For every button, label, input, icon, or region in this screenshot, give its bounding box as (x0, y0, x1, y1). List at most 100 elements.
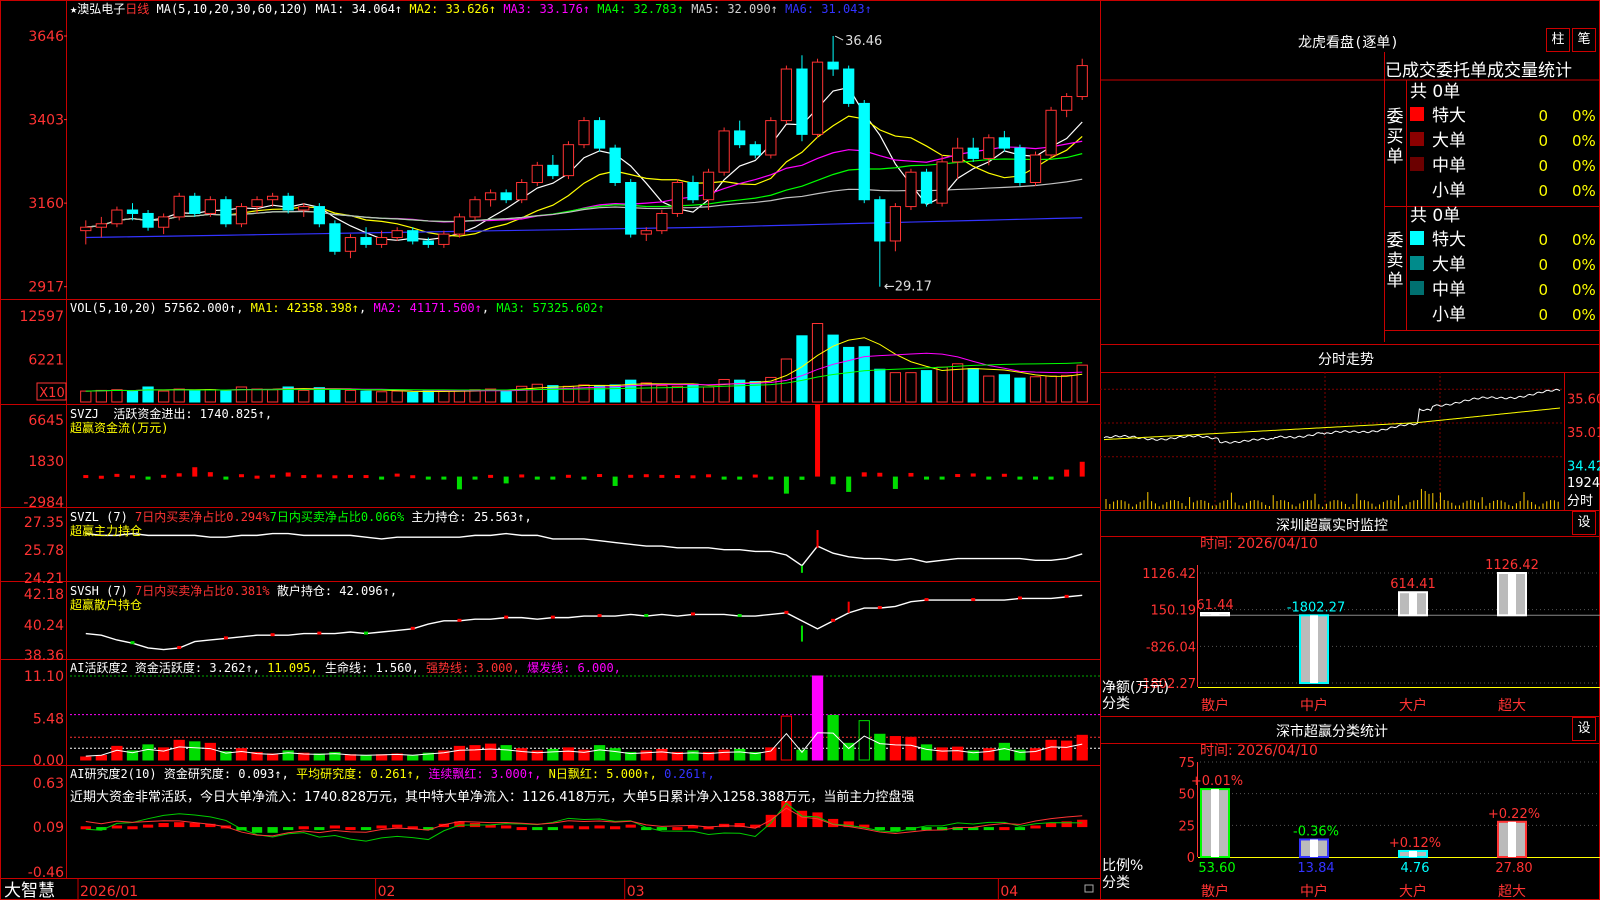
monitor-settings-button[interactable]: 设 (1572, 511, 1596, 535)
ai2-bar (360, 754, 372, 761)
ai10-bar (314, 827, 325, 831)
svzj-subtitle: 超赢资金流(万元) (70, 421, 169, 435)
classify-settings-button[interactable]: 设 (1572, 717, 1596, 741)
svzj-bar (223, 476, 229, 480)
svzj-bar (799, 476, 805, 480)
volume-bar (422, 390, 434, 403)
ai2-bar (998, 742, 1011, 761)
candle-body (391, 230, 403, 239)
svzj-bar (363, 475, 369, 479)
svzj-bar (98, 475, 104, 479)
ai10-tick-label: -0.46 (28, 865, 64, 881)
ai10-bar (890, 827, 901, 832)
candle-body (889, 206, 902, 242)
svzj-bar (161, 474, 167, 478)
sell-side-label: 单 (1387, 271, 1404, 291)
svzj-bar (238, 474, 244, 478)
sell-row-name: 中单 (1432, 280, 1466, 300)
monitor-tick-label: 150.19 (1151, 604, 1197, 619)
ai10-bar (283, 827, 294, 831)
candle-body (547, 164, 559, 177)
svzj-bar (441, 476, 447, 480)
svzj-bar (1048, 476, 1054, 480)
vol-ma2: MA2: 41171.500↑ (373, 301, 482, 315)
classify-tick-label: 25 (1178, 819, 1195, 834)
candle-body (204, 199, 216, 214)
classify-value-label: 53.60 (1198, 861, 1235, 876)
svsh-tick-mark (1017, 596, 1022, 600)
ai10-bar (578, 826, 590, 830)
price-tick-label: 3403 (28, 113, 64, 129)
svzj-bar (674, 475, 680, 479)
dragon-header: 已成交委托单成交量统计 (1385, 61, 1572, 81)
svsh-subtitle: 超赢散户持仓 (70, 598, 143, 612)
classify-value-label: 13.84 (1297, 861, 1334, 876)
candle-body (235, 206, 248, 225)
candle-body (780, 68, 793, 122)
volume-bar (843, 346, 855, 403)
classify-category-label: 散户 (1201, 883, 1229, 900)
svzj-bar (270, 474, 276, 478)
sell-row-count: 0 (1538, 231, 1548, 249)
sell-row-name: 特大 (1432, 230, 1466, 250)
ai10-bar (594, 825, 605, 829)
ai2-tick-label: 5.48 (33, 712, 64, 728)
svsh-tick-label: 42.18 (24, 587, 64, 603)
ai2-bar (484, 743, 497, 761)
svzj-bar (332, 475, 338, 479)
svzj-bar (1033, 476, 1039, 480)
volume-bar (702, 386, 715, 403)
svzj-bar (659, 474, 665, 478)
ai10-t3: 连续飘红: 3.000↑, (428, 767, 542, 781)
svzl-tick-label: 27.35 (24, 515, 64, 531)
ai2-tick-label: 0.00 (33, 753, 64, 769)
candle-body (1076, 65, 1088, 98)
ai10-green-line (85, 802, 1083, 842)
candle-body (718, 130, 730, 173)
ai2-bar (469, 745, 481, 761)
classify-tick-label: 75 (1178, 756, 1195, 771)
tick-button[interactable]: 笔 (1572, 28, 1596, 52)
svzj-bar (503, 476, 509, 484)
ai10-bar (1077, 819, 1088, 828)
ai2-line (85, 732, 1083, 757)
ai10-comment: 近期大资金非常活跃，今日大单净流入：1740.828万元，其中特大单净流入：11… (70, 790, 915, 805)
ai10-bar (267, 827, 278, 833)
buy-row-pct: 0% (1572, 182, 1596, 200)
svsh-tick-mark (597, 614, 602, 618)
svzj-bar (908, 472, 914, 477)
ma5-line (85, 178, 1083, 228)
svzj-bar (939, 476, 945, 480)
sell-swatch (1410, 256, 1424, 270)
volume-bar (126, 390, 139, 403)
classify-tick-label: 0 (1187, 851, 1195, 866)
ai10-bar (610, 826, 621, 830)
candle-body (266, 195, 279, 201)
ma4-value: MA4: 32.783↑ (597, 2, 684, 16)
intraday-avg-line (1103, 407, 1561, 441)
svzj-bar (830, 476, 836, 485)
volume-bar (391, 390, 403, 403)
buy-row-name: 大单 (1432, 131, 1466, 151)
candle-body (360, 237, 372, 245)
svzl-white: 主力持仓: 25.563↑, (411, 510, 532, 524)
svsh-tick-mark (1064, 594, 1069, 598)
buy-side-label: 单 (1387, 147, 1404, 167)
ai10-bar (127, 826, 138, 830)
vol-value: 57562.000↑ (163, 301, 237, 315)
column-button[interactable]: 柱 (1546, 28, 1570, 52)
svsh-tick-mark (177, 645, 182, 649)
candle-body (1045, 109, 1057, 156)
ai2-tick-label: 11.10 (24, 669, 64, 685)
candle-body (531, 164, 543, 184)
volume-bar (1061, 374, 1073, 403)
ai2-bar (562, 747, 575, 761)
monitor-bar-highlight (1508, 573, 1516, 616)
volume-bar (967, 368, 979, 403)
svzj-bar (285, 472, 291, 477)
buy-row-count: 0 (1538, 182, 1548, 200)
ai2-bar (734, 748, 746, 761)
svzj-bar (176, 473, 182, 477)
svsh-tick-mark (223, 636, 228, 640)
buy-row-name: 中单 (1432, 156, 1466, 176)
